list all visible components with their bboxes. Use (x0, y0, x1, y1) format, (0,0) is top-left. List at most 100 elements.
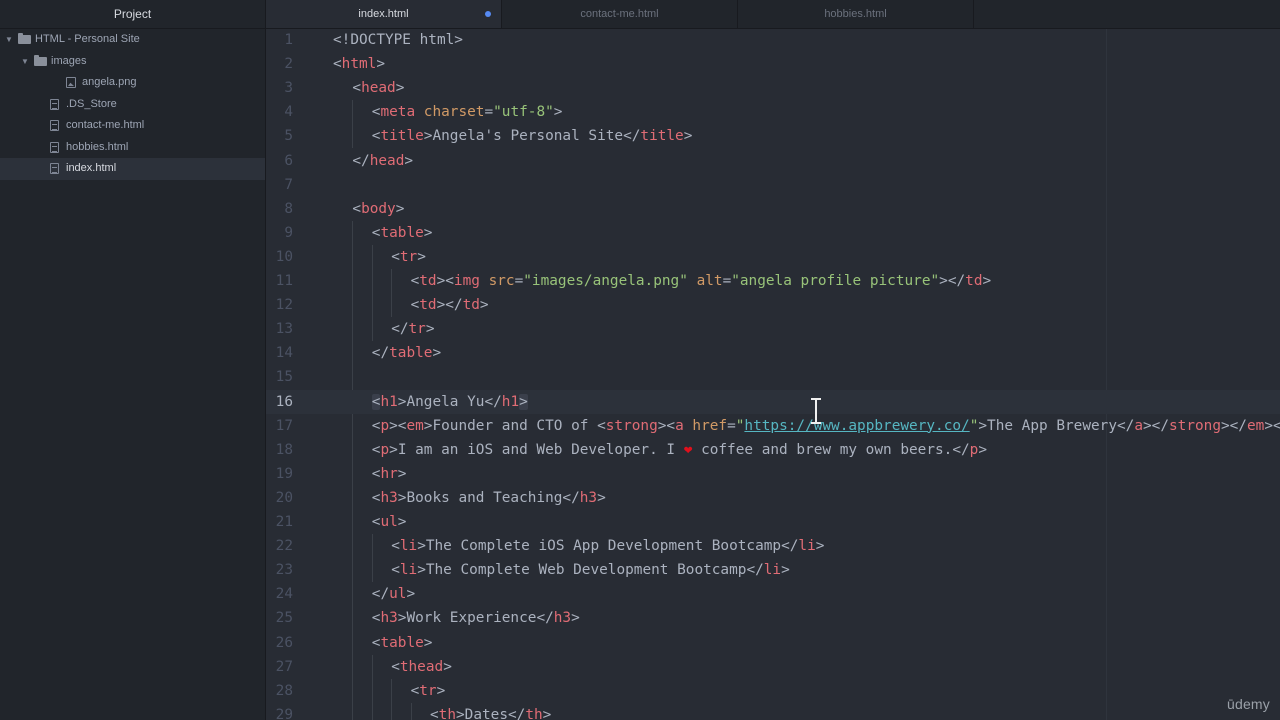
line-number: 12 (275, 297, 293, 314)
code-punctuation: </ (623, 128, 641, 145)
code-line[interactable]: 7 (266, 173, 1280, 197)
code-punctuation: </ (508, 706, 526, 720)
code-line[interactable]: 15 (266, 365, 1280, 389)
code-line[interactable]: 28 <tr> (266, 679, 1280, 703)
tree-item-contact-me-html[interactable]: contact-me.html (0, 115, 265, 137)
code-string: "images/angela.png" (523, 273, 688, 289)
code-tag-name: p (380, 441, 390, 458)
code-line[interactable]: 16 <h1>Angela Yu</h1> (266, 389, 1280, 414)
line-number: 15 (275, 369, 293, 386)
code-editor[interactable]: 1 <!DOCTYPE html> 2 <html> 3 <head> 4 <meta cha… (266, 29, 1280, 720)
line-number: 13 (275, 321, 293, 338)
code-line[interactable]: 26 <table> (266, 631, 1280, 655)
code-line[interactable]: 3 <head> (266, 76, 1280, 100)
code-tag-name: html (341, 56, 377, 73)
code-tag-name: tr (419, 682, 437, 699)
code-line[interactable]: 11 <td><img src="images/angela.png" alt="… (266, 269, 1280, 293)
code-line[interactable]: 29 <th>Dates</th> (266, 703, 1280, 720)
code-line[interactable]: 22 <li>The Complete iOS App Development B… (266, 534, 1280, 558)
code-text: Work Experience (406, 610, 537, 627)
code-text: Dates (464, 706, 508, 720)
code-line[interactable]: 13 </tr> (266, 317, 1280, 341)
tree-item-label: contact-me.html (66, 119, 145, 131)
folder-icon (34, 54, 47, 66)
tree-item-angela-png[interactable]: angela.png (0, 72, 265, 94)
code-punctuation: ></ (436, 297, 463, 314)
code-tag-name: li (763, 562, 782, 579)
code-line[interactable]: 4 <meta charset="utf-8"> (266, 100, 1280, 124)
modified-dot-icon[interactable] (485, 11, 491, 17)
code-punctuation: > (404, 152, 414, 169)
code-tag-name: title (380, 128, 424, 145)
tab-contact-me-html[interactable]: contact-me.html (502, 0, 738, 28)
code-punctuation: > (978, 441, 987, 458)
line-number: 6 (284, 152, 293, 169)
code-line[interactable]: 21 <ul> (266, 510, 1280, 534)
code-tag-name: thead (399, 658, 444, 675)
chevron-down-icon[interactable]: ▼ (4, 29, 14, 51)
code-tag-name: strong (605, 417, 658, 434)
line-number: 5 (284, 128, 293, 145)
tree-item-html-personal-site[interactable]: ▼ HTML - Personal Site (0, 29, 265, 51)
code-line[interactable]: 9 <table> (266, 221, 1280, 245)
code-tag-name: li (399, 562, 418, 579)
code-line[interactable]: 23 <li>The Complete Web Development Bootc… (266, 558, 1280, 582)
tab-label: hobbies.html (824, 8, 887, 20)
code-line[interactable]: 5 <title>Angela's Personal Site</title> (266, 124, 1280, 148)
code-link[interactable]: https://www.appbrewery.co/ (744, 418, 969, 434)
code-punctuation: > (815, 538, 825, 555)
code-line[interactable]: 27 <thead> (266, 655, 1280, 679)
code-tag-name: em (406, 417, 424, 434)
code-punctuation: > (423, 634, 433, 651)
code-text: </ul> (372, 582, 415, 606)
code-line[interactable]: 25 <h3>Work Experience</h3> (266, 606, 1280, 630)
tree-item-index-html[interactable]: index.html (0, 158, 265, 180)
code-text: The App Brewery (987, 417, 1117, 434)
code-tag-name: th (525, 706, 543, 720)
code-tag-name: hr (380, 465, 398, 482)
code-punctuation: ></ (1220, 417, 1247, 434)
file-icon (50, 120, 59, 131)
line-number: 19 (275, 465, 293, 482)
code-line[interactable]: 1 <!DOCTYPE html> (266, 29, 1280, 52)
line-number: 27 (275, 658, 293, 675)
code-line[interactable]: 2 <html> (266, 52, 1280, 76)
code-line[interactable]: 6 </head> (266, 149, 1280, 173)
code-punctuation: > (417, 538, 426, 555)
tree-item-ds-store[interactable]: .DS_Store (0, 94, 265, 116)
tab-index-html[interactable]: index.html (266, 0, 502, 28)
code-attribute: alt (696, 273, 723, 289)
line-number: 1 (284, 32, 293, 48)
code-line[interactable]: 8 <body> (266, 197, 1280, 221)
chevron-down-icon[interactable]: ▼ (20, 51, 30, 73)
code-punctuation: > (683, 128, 693, 145)
code-punctuation: < (391, 248, 400, 265)
line-number: 10 (275, 248, 293, 265)
code-string: "angela profile picture" (731, 273, 940, 289)
code-text: <table> (372, 631, 433, 655)
code-text: <p><em>Founder and CTO of <strong><a hre… (372, 414, 1280, 438)
code-punctuation: < (333, 56, 342, 73)
code-text: <!DOCTYPE html> (333, 29, 463, 52)
code-line[interactable]: 19 <hr> (266, 462, 1280, 486)
code-line[interactable]: 18 <p>I am an iOS and Web Developer. I ❤ … (266, 438, 1280, 462)
code-tag-name: tr (399, 248, 418, 265)
code-punctuation: > (542, 706, 552, 720)
code-line[interactable]: 10 <tr> (266, 245, 1280, 269)
code-punctuation: = (484, 104, 494, 121)
tab-hobbies-html[interactable]: hobbies.html (738, 0, 974, 28)
code-line[interactable]: 20 <h3>Books and Teaching</h3> (266, 486, 1280, 510)
code-text: </head> (352, 149, 413, 173)
code-punctuation (480, 273, 489, 289)
file-icon (50, 141, 59, 153)
line-number: 17 (275, 417, 293, 434)
code-line[interactable]: 17 <p><em>Founder and CTO of <strong><a h… (266, 414, 1280, 438)
tree-item-images[interactable]: ▼ images (0, 51, 265, 73)
code-line[interactable]: 24 </ul> (266, 582, 1280, 606)
code-line[interactable]: 14 </table> (266, 341, 1280, 365)
code-punctuation: > (597, 489, 606, 506)
code-line[interactable]: 12 <td></td> (266, 293, 1280, 317)
line-number: 29 (275, 706, 293, 720)
code-text: <h3>Books and Teaching</h3> (372, 486, 606, 510)
tree-item-hobbies-html[interactable]: hobbies.html (0, 137, 265, 159)
